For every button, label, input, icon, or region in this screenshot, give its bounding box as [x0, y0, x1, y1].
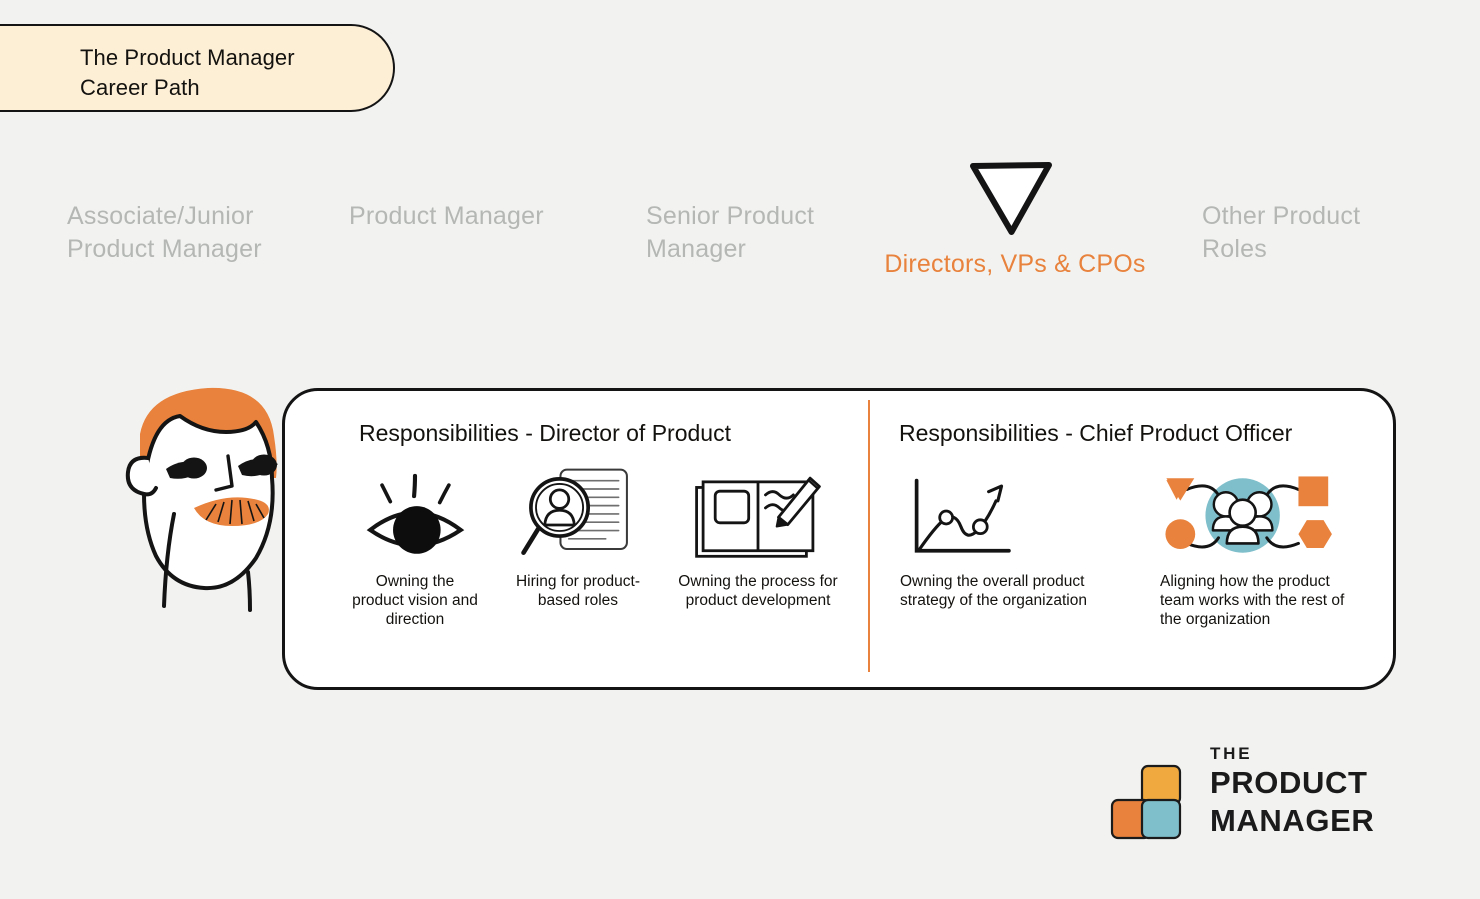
- responsibility-item: Owning the overall product strategy of t…: [900, 470, 1115, 610]
- three-squares-logo-mark: [1110, 764, 1194, 840]
- responsibility-caption: Owning the overall product strategy of t…: [900, 573, 1087, 609]
- responsibility-item: Hiring for product-based roles: [498, 468, 658, 610]
- title-badge-text: The Product Manager Career Path: [80, 43, 380, 103]
- responsibility-caption: Hiring for product-based roles: [515, 573, 641, 609]
- responsibility-item: Owning the product vision and direction: [352, 470, 478, 629]
- stage-label-product-manager: Product Manager: [349, 202, 544, 230]
- growth-chart-icon: [900, 470, 1115, 562]
- responsibility-item: Aligning how the product team works with…: [1160, 470, 1360, 629]
- brand-logo: THE PRODUCT MANAGER: [1110, 744, 1392, 848]
- logo-wordmark: THE PRODUCT MANAGER: [1210, 744, 1410, 840]
- logo-line-product: PRODUCT: [1210, 765, 1368, 800]
- responsibility-caption: Owning the product vision and direction: [352, 573, 478, 628]
- panel-heading-chief-product-officer: Responsibilities - Chief Product Officer: [899, 420, 1293, 446]
- person-illustration: [96, 374, 328, 612]
- panel-heading-director-of-product: Responsibilities - Director of Product: [359, 420, 731, 446]
- panel-divider: [868, 400, 870, 672]
- logo-line-the: THE: [1210, 744, 1253, 763]
- stage-label-directors-vps-cpos: Directors, VPs & CPOs: [884, 250, 1146, 278]
- responsibility-caption: Owning the process for product developme…: [678, 573, 838, 609]
- eye-icon: [352, 470, 478, 562]
- responsibility-caption: Aligning how the product team works with…: [1160, 573, 1345, 628]
- stage-label-other-product-roles: Other Product Roles: [1202, 202, 1361, 263]
- magnifier-resume-icon: [498, 468, 658, 562]
- title-line-1: The Product Manager: [80, 45, 295, 70]
- stage-label-associate-junior-pm: Associate/Junior Product Manager: [67, 202, 262, 263]
- team-network-icon: [1142, 470, 1360, 562]
- triangle-down-marker-icon: [967, 160, 1055, 238]
- notebook-pencil-icon: [676, 470, 840, 562]
- slide-canvas: The Product Manager Career Path Associat…: [0, 0, 1480, 899]
- logo-line-manager: MANAGER: [1210, 803, 1375, 838]
- responsibility-item: Owning the process for product developme…: [676, 470, 840, 610]
- title-line-2: Career Path: [80, 75, 200, 100]
- title-badge: The Product Manager Career Path: [0, 24, 395, 112]
- stage-label-senior-product-manager: Senior Product Manager: [646, 202, 815, 263]
